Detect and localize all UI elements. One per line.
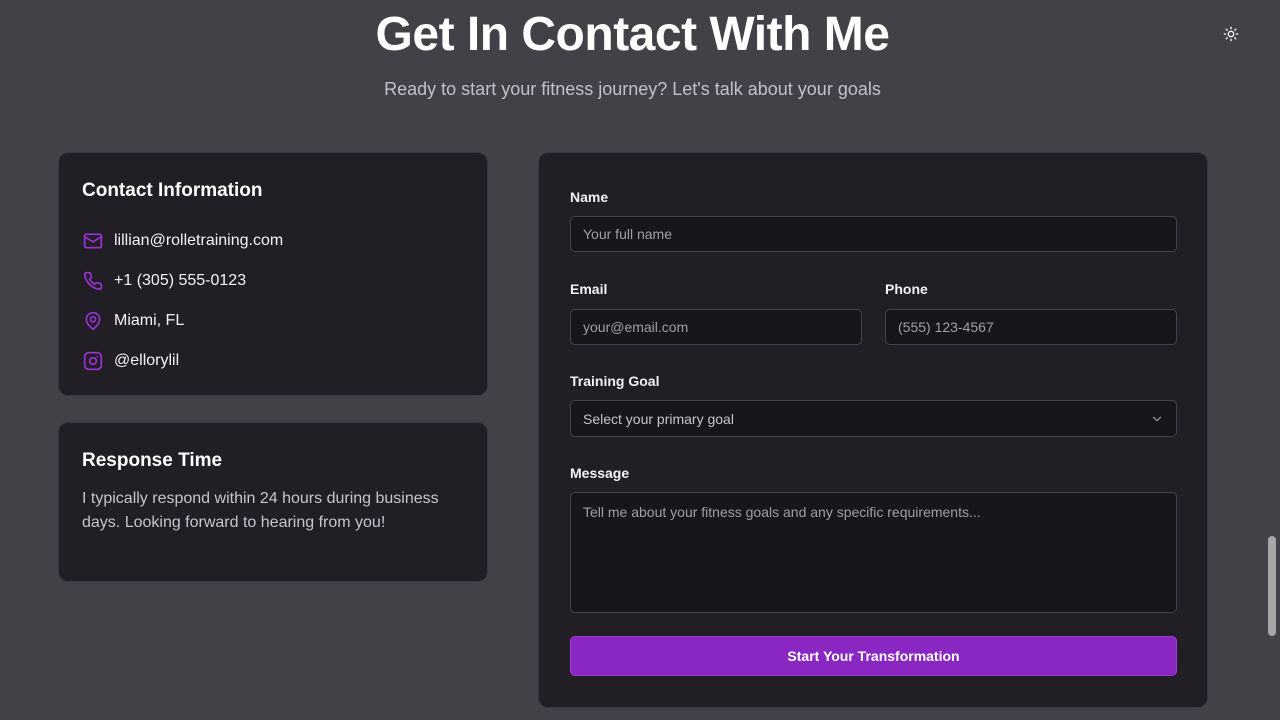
- contact-location-text: Miami, FL: [114, 312, 185, 329]
- theme-toggle-button[interactable]: [1219, 22, 1243, 46]
- page-title: Get In Contact With Me: [375, 8, 890, 61]
- page-scrollbar[interactable]: [1265, 0, 1280, 720]
- message-textarea[interactable]: [570, 492, 1177, 613]
- contact-location: Miami, FL: [82, 309, 184, 333]
- contact-page: Get In Contact With Me Ready to start yo…: [0, 0, 1280, 720]
- response-time-text: I typically respond within 24 hours duri…: [82, 490, 439, 531]
- chevron-down-icon: [1152, 416, 1162, 421]
- message-label: Message: [570, 465, 630, 481]
- email-label: Email: [570, 281, 608, 297]
- contact-instagram-text: @ellorylil: [114, 352, 180, 369]
- page-subtitle: Ready to start your fitness journey? Let…: [384, 79, 881, 99]
- phone-icon: [82, 270, 104, 292]
- mail-icon: [82, 230, 104, 252]
- submit-button[interactable]: Start Your Transformation: [570, 636, 1177, 676]
- contact-phone[interactable]: +1 (305) 555-0123: [82, 269, 246, 293]
- training-goal-value: Select your primary goal: [583, 410, 734, 427]
- contact-phone-text: +1 (305) 555-0123: [114, 272, 247, 289]
- contact-instagram[interactable]: @ellorylil: [82, 349, 179, 373]
- instagram-icon: [82, 350, 104, 372]
- phone-label: Phone: [885, 281, 928, 297]
- contact-email[interactable]: lillian@rolletraining.com: [82, 229, 283, 253]
- scrollbar-thumb[interactable]: [1268, 536, 1276, 636]
- training-goal-label: Training Goal: [570, 373, 660, 389]
- contact-info-heading: Contact Information: [82, 180, 263, 201]
- response-time-card: Response Time I typically respond within…: [58, 422, 488, 582]
- contact-info-card: Contact Information lillian@rolletrainin…: [58, 152, 488, 396]
- training-goal-select[interactable]: Select your primary goal: [570, 400, 1177, 437]
- email-input[interactable]: [570, 309, 862, 345]
- contact-email-text: lillian@rolletraining.com: [114, 232, 284, 249]
- response-time-heading: Response Time: [82, 450, 223, 471]
- contact-form: Name Email Phone Training Goal Select yo…: [538, 152, 1208, 708]
- name-input[interactable]: [570, 216, 1177, 252]
- sun-icon: [1223, 26, 1239, 42]
- map-pin-icon: [82, 310, 104, 332]
- name-label: Name: [570, 189, 609, 205]
- phone-input[interactable]: [885, 309, 1177, 345]
